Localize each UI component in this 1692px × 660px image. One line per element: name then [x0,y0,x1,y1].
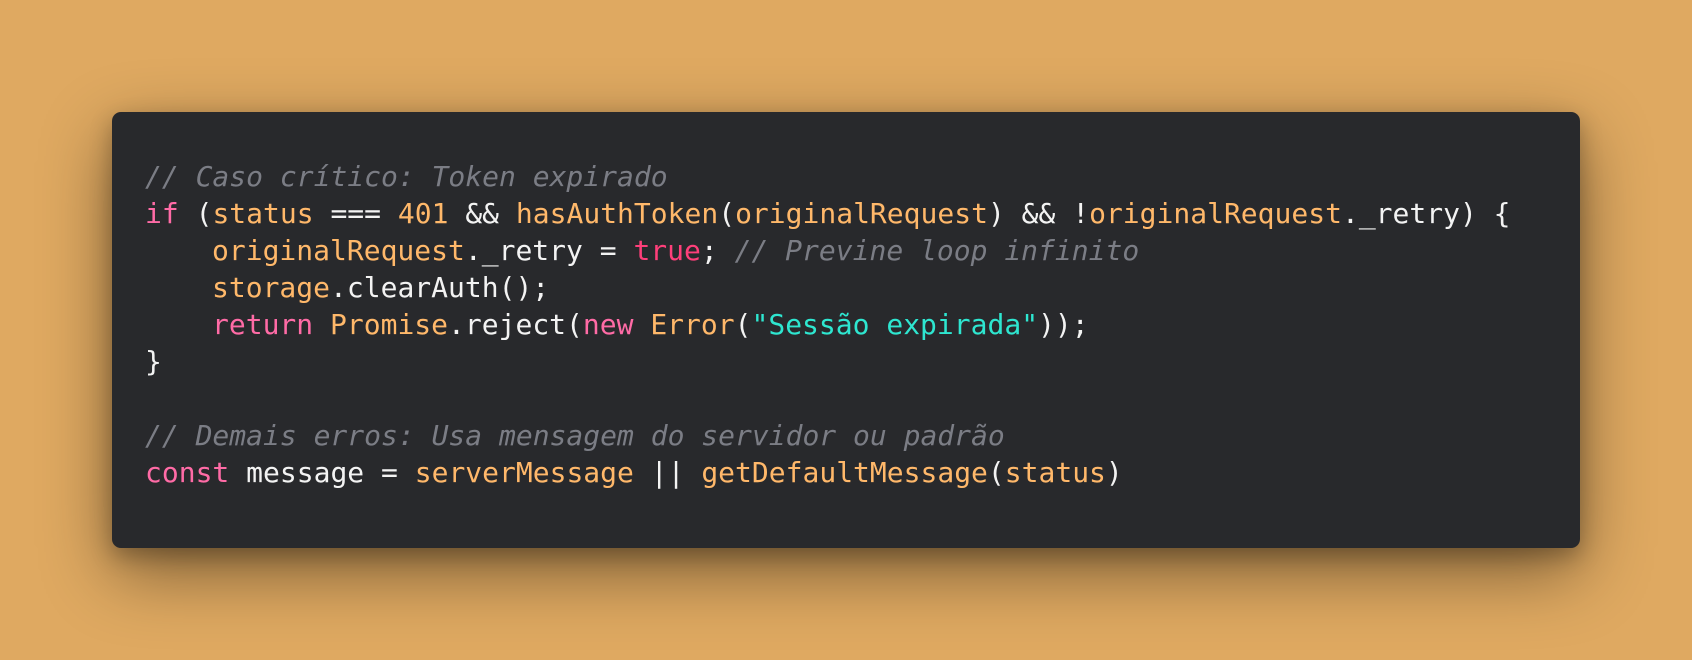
code-block: // Caso crítico: Token expirado if (statu… [145,158,1580,491]
keyword-const: const [145,456,230,489]
code-snippet-window: // Caso crítico: Token expirado if (statu… [112,112,1580,548]
punct: ( [178,197,213,230]
identifier-storage: storage [212,271,331,304]
punct: ( [987,456,1005,489]
identifier-serverMessage: serverMessage [414,456,634,489]
punct: ._retry) { [1341,197,1511,230]
punct: .clearAuth(); [330,271,550,304]
code-line-9: const message = serverMessage || getDefa… [145,454,1580,491]
code-line-7-blank [145,380,1580,417]
punct: ( [718,197,736,230]
punct: ) [1105,456,1123,489]
punct: )); [1038,308,1089,341]
function-getDefaultMessage: getDefaultMessage [701,456,988,489]
code-line-1: // Caso crítico: Token expirado [145,158,1580,195]
operator: === [313,197,398,230]
punct: ( [734,308,752,341]
comment-prevent-loop: // Previne loop infinito [734,234,1140,267]
keyword-new: new [582,308,634,341]
string-session-expired: "Sessão expirada" [751,308,1039,341]
keyword-return: return [212,308,314,341]
identifier-originalRequest: originalRequest [735,197,988,230]
operator: || [633,456,702,489]
identifier-originalRequest: originalRequest [212,234,465,267]
punct: .reject( [448,308,583,341]
keyword-if: if [145,197,179,230]
code-line-5: return Promise.reject(new Error("Sessão … [145,306,1580,343]
class-Error: Error [650,308,735,341]
code-line-8: // Demais erros: Usa mensagem do servido… [145,417,1580,454]
punct [633,308,650,341]
punct: ._retry = [464,234,634,267]
comment-token-expired: // Caso crítico: Token expirado [145,160,668,193]
punct [313,308,330,341]
code-line-3: originalRequest._retry = true; // Previn… [145,232,1580,269]
number-401: 401 [397,197,449,230]
code-line-6: } [145,343,1580,380]
identifier-originalRequest: originalRequest [1089,197,1342,230]
identifier-status: status [1004,456,1106,489]
operator: ) && ! [987,197,1090,230]
operator: && [448,197,516,230]
code-line-4: storage.clearAuth(); [145,269,1580,306]
function-hasAuthToken: hasAuthToken [515,197,719,230]
identifier-status: status [212,197,314,230]
comment-other-errors: // Demais erros: Usa mensagem do servido… [145,419,1005,452]
punct: message = [229,456,415,489]
punct: ; [700,234,735,267]
boolean-true: true [633,234,701,267]
closing-brace: } [145,345,162,378]
class-Promise: Promise [330,308,449,341]
code-line-2: if (status === 401 && hasAuthToken(origi… [145,195,1580,232]
